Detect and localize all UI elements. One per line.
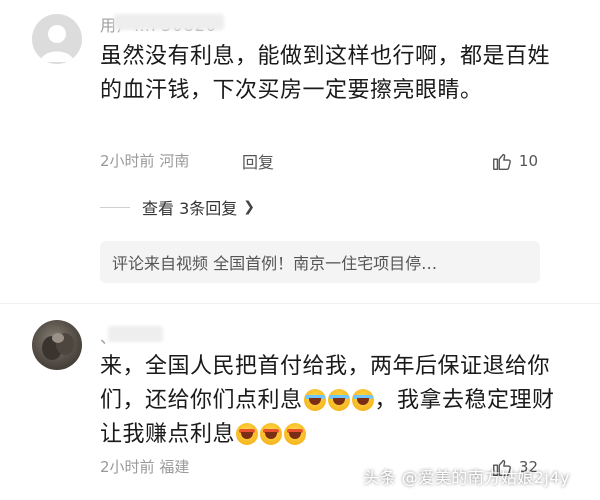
- default-avatar-icon: [40, 25, 74, 62]
- comment-time: 2小时前: [100, 152, 155, 170]
- source-text: 评论来自视频 全国首例！南京一住宅项目停…: [112, 254, 438, 273]
- laugh-cry-emoji: [327, 389, 350, 411]
- comment-meta: 2小时前 河南: [100, 150, 189, 171]
- like-count: 10: [518, 152, 538, 170]
- source-link[interactable]: 评论来自视频 全国首例！南京一住宅项目停…: [100, 241, 540, 283]
- laugh-cry-emoji: [351, 389, 374, 411]
- laugh-emoji: [284, 423, 307, 445]
- comment-time: 2小时前: [100, 458, 155, 476]
- reply-button[interactable]: 回复: [242, 149, 274, 173]
- laugh-emoji: [260, 423, 283, 445]
- comment-meta: 2小时前 福建: [100, 456, 189, 477]
- divider-line: [100, 206, 130, 208]
- chevron-right-icon: ❯: [243, 199, 256, 215]
- like-button[interactable]: 10: [491, 150, 538, 172]
- username-blur: [108, 326, 163, 342]
- watermark: 头条 @爱美的南方姑娘2j4y: [363, 468, 570, 487]
- avatar[interactable]: [32, 14, 82, 64]
- comment-region: 河南: [159, 152, 190, 170]
- avatar[interactable]: [32, 320, 82, 370]
- view-replies-label[interactable]: 查看 3条回复: [142, 195, 237, 219]
- comment-1: 用户…F50820 虽然没有利息，能做到这样也行啊，都是百姓的血汗钱，下次买房一…: [0, 0, 600, 300]
- comment-text: 虽然没有利息，能做到这样也行啊，都是百姓的血汗钱，下次买房一定要擦亮眼睛。: [100, 44, 551, 103]
- laugh-cry-emoji: [303, 389, 326, 411]
- username-blur: [114, 14, 224, 30]
- laugh-emoji: [236, 423, 259, 445]
- thumbs-up-icon: [492, 153, 511, 170]
- comment-region: 福建: [159, 458, 190, 476]
- avatar-photo: [42, 333, 74, 360]
- view-replies[interactable]: 查看 3条回复 ❯: [100, 195, 540, 219]
- comment-text: 来，全国人民把首付给我，两年后保证退给你们，还给你们点利息 ，我拿去稳定理财让我赚…: [100, 350, 560, 452]
